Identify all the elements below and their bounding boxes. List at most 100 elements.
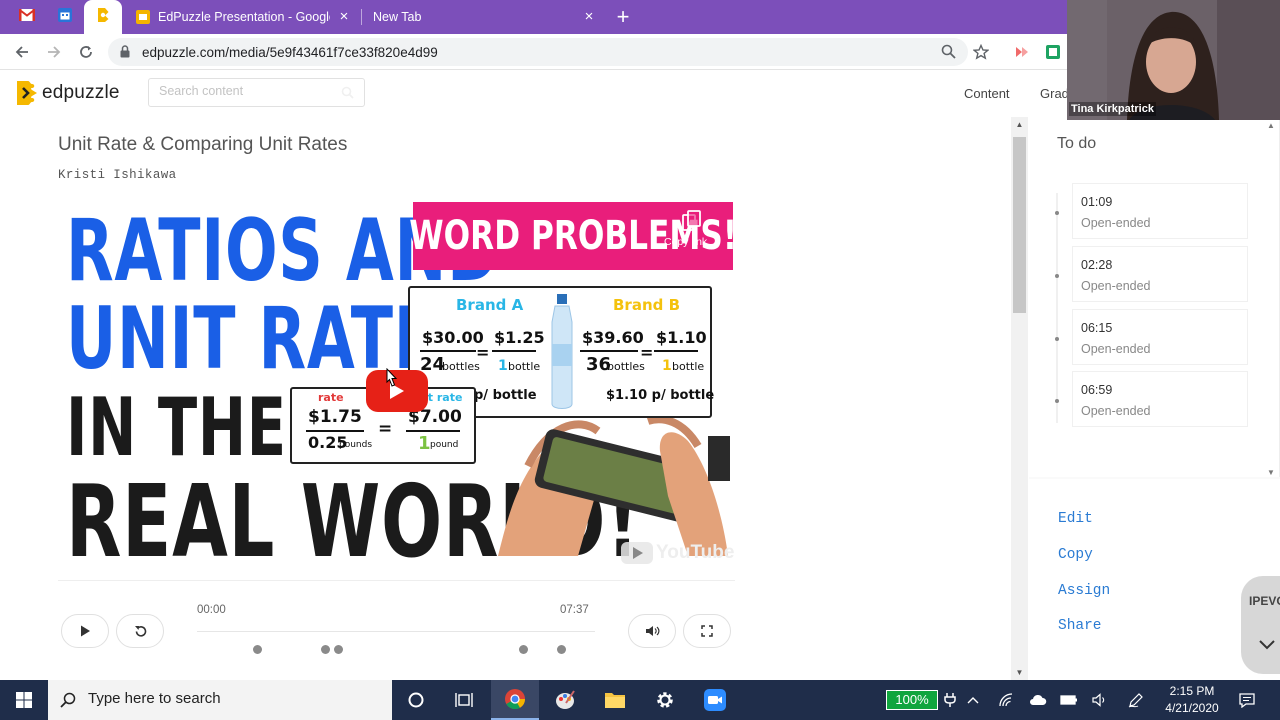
chrome-taskbar-button[interactable] [491,680,539,720]
nav-gradebook[interactable]: Grad [1040,86,1069,101]
nav-content[interactable]: Content [964,86,1010,101]
back-button[interactable] [9,39,35,65]
page-scrollbar[interactable]: ▲ ▼ [1011,117,1028,680]
lock-icon [120,45,130,63]
gmail-pinned-tab[interactable] [8,0,46,34]
scroll-up-arrow-icon[interactable]: ▲ [1267,121,1275,130]
taskbar-search-input[interactable] [88,690,378,707]
youtube-watermark: YouTube [621,542,734,564]
current-time: 00:00 [197,604,226,616]
bookmark-star-button[interactable] [968,39,994,65]
reload-button[interactable] [73,39,99,65]
question-marker[interactable] [252,645,262,654]
new-tab-button[interactable]: + [611,4,635,30]
copy-link[interactable]: Copy [1058,547,1093,563]
chevron-up-icon[interactable] [963,690,983,710]
extension-button[interactable] [1008,39,1034,65]
gear-icon [657,692,673,708]
question-marker[interactable] [321,645,331,654]
volume-button[interactable] [628,614,676,648]
power-plug-icon[interactable] [940,690,960,710]
address-bar[interactable]: edpuzzle.com/media/5e9f43461f7ce33f820e4… [108,38,968,66]
video-divider [58,580,735,581]
task-view-button[interactable] [440,680,488,720]
extension-button-2[interactable] [1040,39,1066,65]
forward-button[interactable] [41,39,67,65]
taskbar-search[interactable] [48,680,392,720]
brand-a-quantity-unit: bottles [442,360,480,373]
brand-a-unit-word: bottle [508,360,541,373]
speaker-icon[interactable] [1090,690,1110,710]
play-button[interactable] [61,614,109,648]
tab-title: EdPuzzle Presentation - Google Slides [158,10,330,24]
zoom-icon[interactable] [941,44,956,64]
ipevo-floating-tab[interactable]: IPEVO [1241,576,1280,674]
todo-item[interactable]: 01:09 Open-ended [1072,183,1248,239]
taskbar-clock[interactable]: 2:15 PM 4/21/2020 [1155,683,1229,717]
close-tab-icon[interactable]: × [581,9,597,25]
screencast-extension-icon [1016,47,1028,57]
zoom-taskbar-button[interactable] [691,680,739,720]
video-author[interactable]: Kristi Ishikawa [58,168,177,182]
scroll-up-arrow-icon[interactable]: ▲ [1015,120,1024,129]
calendar-pinned-tab[interactable] [46,0,84,34]
notifications-icon[interactable] [1237,690,1257,710]
cloud-icon[interactable] [1028,690,1048,710]
todo-kind: Open-ended [1081,279,1151,293]
youtube-logo-icon [621,542,653,564]
todo-item[interactable]: 06:59 Open-ended [1072,371,1248,427]
fullscreen-button[interactable] [683,614,731,648]
edpuzzle-logo[interactable]: edpuzzle [14,78,120,108]
fraction-bar [306,430,364,432]
windows-taskbar [0,680,1280,720]
search-icon [60,692,76,708]
copy-link-label[interactable]: Copy link [664,236,707,248]
fraction-bar [654,350,698,352]
scroll-down-arrow-icon[interactable]: ▼ [1267,468,1275,477]
question-marker[interactable] [557,645,567,654]
question-marker[interactable] [333,645,343,654]
scrollbar-thumb[interactable] [1013,137,1026,313]
rewind-button[interactable] [116,614,164,648]
pen-icon[interactable] [1126,690,1146,710]
question-marker[interactable] [519,645,529,654]
todo-item[interactable]: 06:15 Open-ended [1072,309,1248,365]
fraction-bar [580,350,638,352]
equals-sign: = [640,343,654,362]
start-button[interactable] [0,680,48,720]
scroll-down-arrow-icon[interactable]: ▼ [1015,668,1024,677]
paint-taskbar-button[interactable] [541,680,589,720]
todo-item[interactable]: 02:28 Open-ended [1072,246,1248,302]
share-link[interactable]: Share [1058,618,1102,634]
cortana-button[interactable] [392,680,440,720]
tab-title: New Tab [373,10,422,24]
file-explorer-button[interactable] [591,680,639,720]
screen: EdPuzzle Presentation - Google Slides × … [0,0,1280,720]
content-search[interactable] [148,78,365,107]
close-tab-icon[interactable]: × [336,9,352,25]
edpuzzle-pinned-tab[interactable] [84,0,122,34]
rate-quantity-unit: pounds [339,440,373,450]
tab-edpuzzle-presentation[interactable]: EdPuzzle Presentation - Google Slides × [124,0,360,34]
todo-scrollbar[interactable]: ▲ ▼ [1265,121,1277,477]
clock-time: 2:15 PM [1169,684,1215,698]
edpuzzle-logo-icon [17,81,37,105]
wifi-icon[interactable] [996,690,1016,710]
edpuzzle-icon [96,7,110,28]
video-player[interactable]: RATIOS AND UNIT RATES IN THE REAL WORLD!… [58,196,735,580]
brand-a-unit-number: 1 [498,358,508,374]
search-icon[interactable] [341,86,354,104]
battery-icon[interactable] [1059,690,1079,710]
chevron-down-icon[interactable] [1259,640,1275,650]
edit-link[interactable]: Edit [1058,511,1093,527]
battery-percentage[interactable]: 100% [886,690,938,710]
copy-link-icon[interactable] [682,210,702,237]
search-input[interactable] [159,84,329,98]
fraction-bar [406,430,460,432]
todo-time: 06:59 [1081,383,1113,397]
settings-taskbar-button[interactable] [641,680,689,720]
tab-new-tab[interactable]: New Tab × [361,0,605,34]
assign-link[interactable]: Assign [1058,583,1110,599]
gmail-icon [19,8,35,26]
progress-track[interactable] [197,631,595,632]
